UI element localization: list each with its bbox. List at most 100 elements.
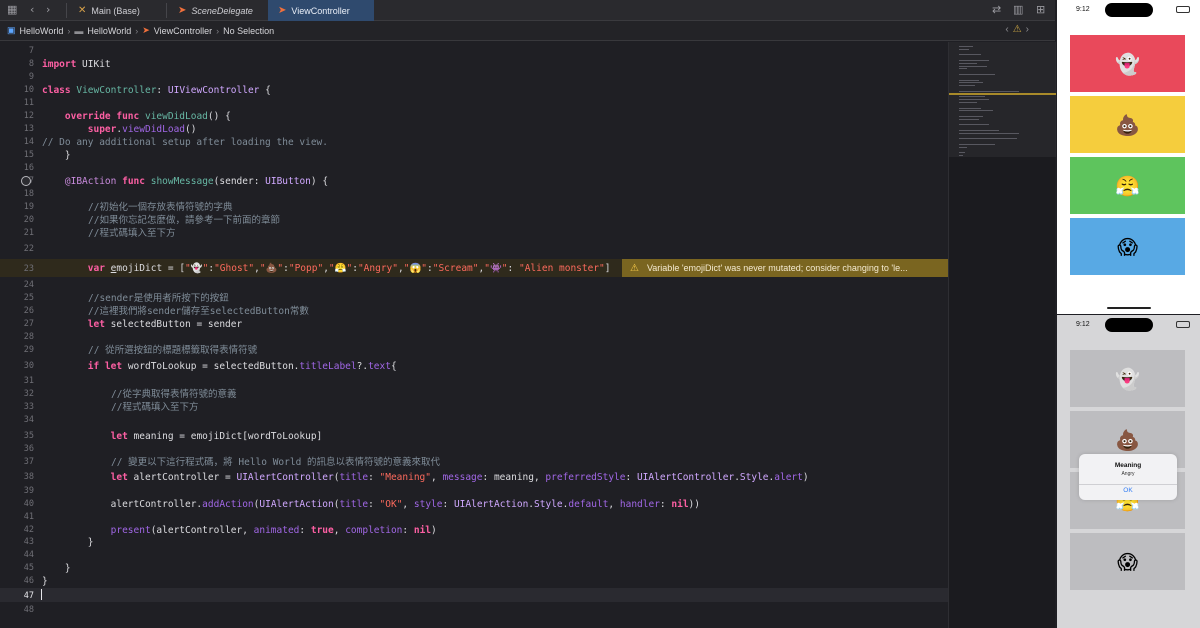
breadcrumb-file[interactable]: ➤ ViewController (142, 25, 212, 36)
chevron-right-icon: › (135, 25, 139, 36)
warning-icon: ⚠ (1012, 24, 1022, 35)
alert-title: Meaning (1114, 462, 1142, 469)
minimap-line (959, 146, 967, 148)
swift-icon: ➤ (278, 5, 287, 16)
breadcrumb-group[interactable]: ▬ HelloWorld (74, 26, 131, 36)
code-line: alertController.addAction(UIAlertAction(… (42, 499, 700, 510)
line-number: 13 (23, 124, 34, 134)
xcode-window: ▦ ‹ › ✕ Main (Base) ➤ SceneDelegate ➤ Vi… (0, 0, 1200, 628)
minimap-line (959, 144, 995, 145)
dynamic-island (1105, 3, 1153, 17)
line-number: 7 (28, 46, 34, 56)
code-line: } (42, 576, 48, 587)
minimap[interactable] (948, 42, 1056, 628)
minimap-line (959, 68, 967, 70)
minimap-line (959, 85, 975, 87)
project-icon: ▣ (7, 25, 16, 35)
breakpoint-connection-icon[interactable] (21, 176, 31, 186)
line-number: 11 (23, 98, 34, 108)
breadcrumb-project[interactable]: ▣ HelloWorld (7, 25, 63, 36)
code-line: let selectedButton = sender (87, 319, 243, 330)
code-line: } (42, 537, 94, 548)
line-number: 25 (23, 293, 34, 303)
swift-icon: ➤ (142, 25, 150, 35)
emoji-button-ghost[interactable]: 👻 (1070, 35, 1185, 92)
emoji-button-ghost[interactable]: 👻 (1070, 350, 1185, 407)
line-number: 35 (23, 431, 34, 441)
swap-icon[interactable]: ⇄ (992, 3, 1001, 17)
chevron-right-icon[interactable]: › (1026, 24, 1029, 35)
code-line: if let wordToLookup = selectedButton.tit… (87, 361, 397, 372)
tab-scenedelegate[interactable]: ➤ SceneDelegate (168, 0, 266, 21)
line-number: 15 (23, 150, 34, 160)
back-arrow-icon[interactable]: ‹ (30, 3, 34, 17)
code-line: } (42, 563, 71, 574)
emoji-button-scream[interactable]: 😱 (1070, 533, 1185, 590)
minimap-line (959, 60, 989, 61)
alert-dialog: Meaning Angry OK (1079, 454, 1177, 500)
code-comment: //這裡我們將sender儲存至selectedButton常數 (88, 306, 309, 317)
xib-icon: ✕ (78, 5, 87, 16)
minimap-line (959, 54, 981, 56)
chevron-right-icon: › (67, 25, 71, 36)
status-time: 9:12 (1076, 6, 1090, 13)
minimap-line (959, 132, 1019, 134)
minimap-line (959, 46, 973, 47)
grid-icon[interactable]: ▦ (7, 3, 17, 17)
code-comment: //程式碼填入至下方 (111, 402, 199, 413)
code-comment: //初始化一個存放表情符號的字典 (88, 202, 233, 213)
tab-main[interactable]: ✕ Main (Base) (68, 0, 164, 21)
line-number: 43 (23, 537, 34, 547)
minimap-line (959, 116, 983, 117)
forward-arrow-icon[interactable]: › (46, 3, 50, 17)
minimap-line (959, 74, 995, 75)
line-number: 21 (23, 228, 34, 238)
line-number: 36 (23, 444, 34, 454)
breadcrumb-symbol[interactable]: No Selection (223, 26, 274, 36)
line-number: 38 (23, 472, 34, 482)
minimap-line (959, 155, 963, 157)
code-comment: // 變更以下這行程式碼，將 Hello World 的訊息以表情符號的意義來取… (111, 457, 441, 468)
line-number: 8 (28, 59, 34, 69)
issue-navigator[interactable]: ‹ ⚠ › (1005, 24, 1033, 35)
code-line: import UIKit (42, 59, 111, 70)
breadcrumb: ▣ HelloWorld › ▬ HelloWorld › ➤ ViewCont… (0, 21, 1055, 41)
minimap-line (959, 107, 981, 109)
minimap-line (959, 138, 1017, 140)
line-number: 32 (23, 389, 34, 399)
minimap-line (959, 82, 983, 84)
code-comment: // Do any additional setup after loading… (42, 137, 328, 148)
emoji-button-angry[interactable]: 😤 (1070, 157, 1185, 214)
alert-divider (1079, 484, 1177, 485)
emoji-button-scream[interactable]: 😱 (1070, 218, 1185, 275)
line-number: 46 (23, 576, 34, 586)
line-number: 28 (23, 332, 34, 342)
code-line: super.viewDidLoad() (87, 124, 197, 135)
minimap-line (959, 48, 969, 50)
line-number: 48 (23, 605, 34, 615)
minimap-line (959, 99, 989, 101)
line-number: 33 (23, 402, 34, 412)
split-editor-icon[interactable]: ▥ (1013, 3, 1023, 17)
home-indicator[interactable] (1107, 307, 1151, 309)
line-number: 18 (23, 189, 34, 199)
line-number: 40 (23, 499, 34, 509)
line-number: 10 (23, 85, 34, 95)
line-number: 45 (23, 563, 34, 573)
tab-viewcontroller[interactable]: ➤ ViewController (268, 0, 374, 21)
line-number: 16 (23, 163, 34, 173)
alert-ok-button[interactable]: OK (1079, 487, 1177, 494)
code-comment: //從字典取得表情符號的意義 (111, 389, 237, 400)
current-line-highlight (0, 588, 948, 602)
add-editor-icon[interactable]: ⊞ (1036, 3, 1045, 17)
code-editor[interactable]: 7891011121314151617181920212223242526272… (0, 42, 948, 628)
line-number: 39 (23, 486, 34, 496)
emoji-button-poop[interactable]: 💩 (1070, 96, 1185, 153)
folder-icon: ▬ (74, 25, 84, 36)
chevron-left-icon[interactable]: ‹ (1005, 24, 1008, 35)
code-line: let meaning = emojiDict[wordToLookup] (110, 431, 323, 442)
line-number: 34 (23, 415, 34, 425)
minimap-line (959, 96, 985, 98)
line-number: 27 (23, 319, 34, 329)
warning-message[interactable]: ⚠ Variable 'emojiDict' was never mutated… (622, 259, 948, 277)
